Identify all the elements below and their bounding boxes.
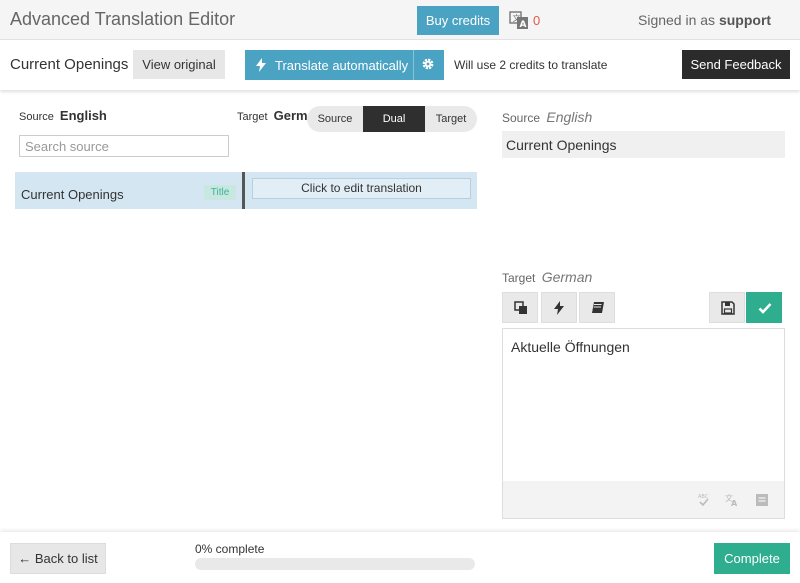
svg-text:A: A — [520, 20, 527, 30]
source-text-display: Current Openings — [502, 131, 785, 158]
comment-icon[interactable] — [755, 493, 769, 507]
signed-in-prefix: Signed in as — [638, 12, 716, 28]
source-prefix: Source — [19, 111, 54, 123]
lightning-icon — [554, 301, 564, 315]
glossary-button[interactable] — [579, 292, 615, 323]
book-icon — [592, 302, 604, 313]
credit-cost-note: Will use 2 credits to translate — [454, 58, 608, 72]
view-original-button[interactable]: View original — [133, 50, 225, 79]
lightning-icon — [256, 58, 266, 75]
table-row[interactable]: Current Openings Title Click to edit tra… — [15, 172, 477, 209]
confirm-translation-button[interactable] — [746, 292, 782, 323]
detail-source-prefix: Source — [502, 111, 541, 125]
gear-icon[interactable] — [421, 57, 435, 74]
send-feedback-button[interactable]: Send Feedback — [682, 50, 790, 79]
source-language-header: Source English — [19, 108, 107, 123]
page-name: Current Openings — [10, 56, 129, 73]
view-mode-dual[interactable]: Dual — [363, 106, 425, 132]
detail-target-language: German — [541, 269, 593, 285]
credits-count: 0 — [533, 13, 541, 28]
copy-icon — [514, 301, 527, 314]
edit-translation-button[interactable]: Click to edit translation — [252, 178, 471, 199]
detail-target-label: Target German — [502, 269, 592, 285]
row-source-text: Current Openings — [21, 187, 124, 202]
detail-source-label: Source English — [502, 109, 592, 125]
machine-translate-button[interactable] — [541, 292, 577, 323]
row-divider — [242, 172, 245, 209]
translate-automatically-button[interactable]: Translate automatically — [245, 50, 444, 80]
complete-button[interactable]: Complete — [714, 543, 790, 574]
detail-source-language: English — [546, 109, 593, 125]
target-language: German — [273, 108, 309, 123]
save-icon — [721, 301, 735, 315]
progress-bar — [195, 558, 475, 570]
editor-footer: ABC 文 A — [503, 481, 784, 518]
view-mode-target[interactable]: Target — [425, 106, 477, 132]
view-mode-source[interactable]: Source — [307, 106, 363, 132]
save-button[interactable] — [709, 292, 745, 323]
button-separator — [413, 50, 414, 80]
target-language-header: Target German — [237, 108, 309, 123]
username: support — [718, 12, 772, 28]
translate-automatically-label: Translate automatically — [275, 58, 409, 73]
app-title: Advanced Translation Editor — [10, 9, 236, 29]
copy-source-button[interactable] — [502, 292, 538, 323]
translation-editor[interactable]: Aktuelle Öffnungen ABC 文 A — [502, 328, 785, 519]
target-prefix: Target — [237, 111, 268, 123]
top-bar: Advanced Translation Editor Buy credits … — [0, 0, 800, 40]
signed-in-status: Signed in as support — [638, 12, 771, 28]
page-toolbar: Current Openings View original Translate… — [0, 40, 800, 90]
detail-target-prefix: Target — [502, 271, 536, 285]
search-source-input[interactable] — [19, 135, 229, 157]
row-type-badge: Title — [204, 185, 236, 200]
buy-credits-button[interactable]: Buy credits — [417, 6, 499, 35]
footer-bar: ← Back to list 0% complete Complete — [0, 532, 800, 583]
checkmark-icon — [758, 303, 772, 314]
back-to-list-button[interactable]: ← Back to list — [10, 543, 106, 574]
translate-credits-icon: 文 A — [509, 10, 529, 30]
progress-text: 0% complete — [195, 542, 265, 556]
translate-icon[interactable]: 文 A — [725, 493, 739, 507]
spellcheck-icon[interactable]: ABC — [697, 493, 711, 507]
translation-text[interactable]: Aktuelle Öffnungen — [511, 339, 630, 355]
source-language: English — [59, 108, 107, 123]
svg-text:A: A — [731, 499, 738, 507]
view-mode-toggle: Source Dual Target — [307, 106, 477, 132]
